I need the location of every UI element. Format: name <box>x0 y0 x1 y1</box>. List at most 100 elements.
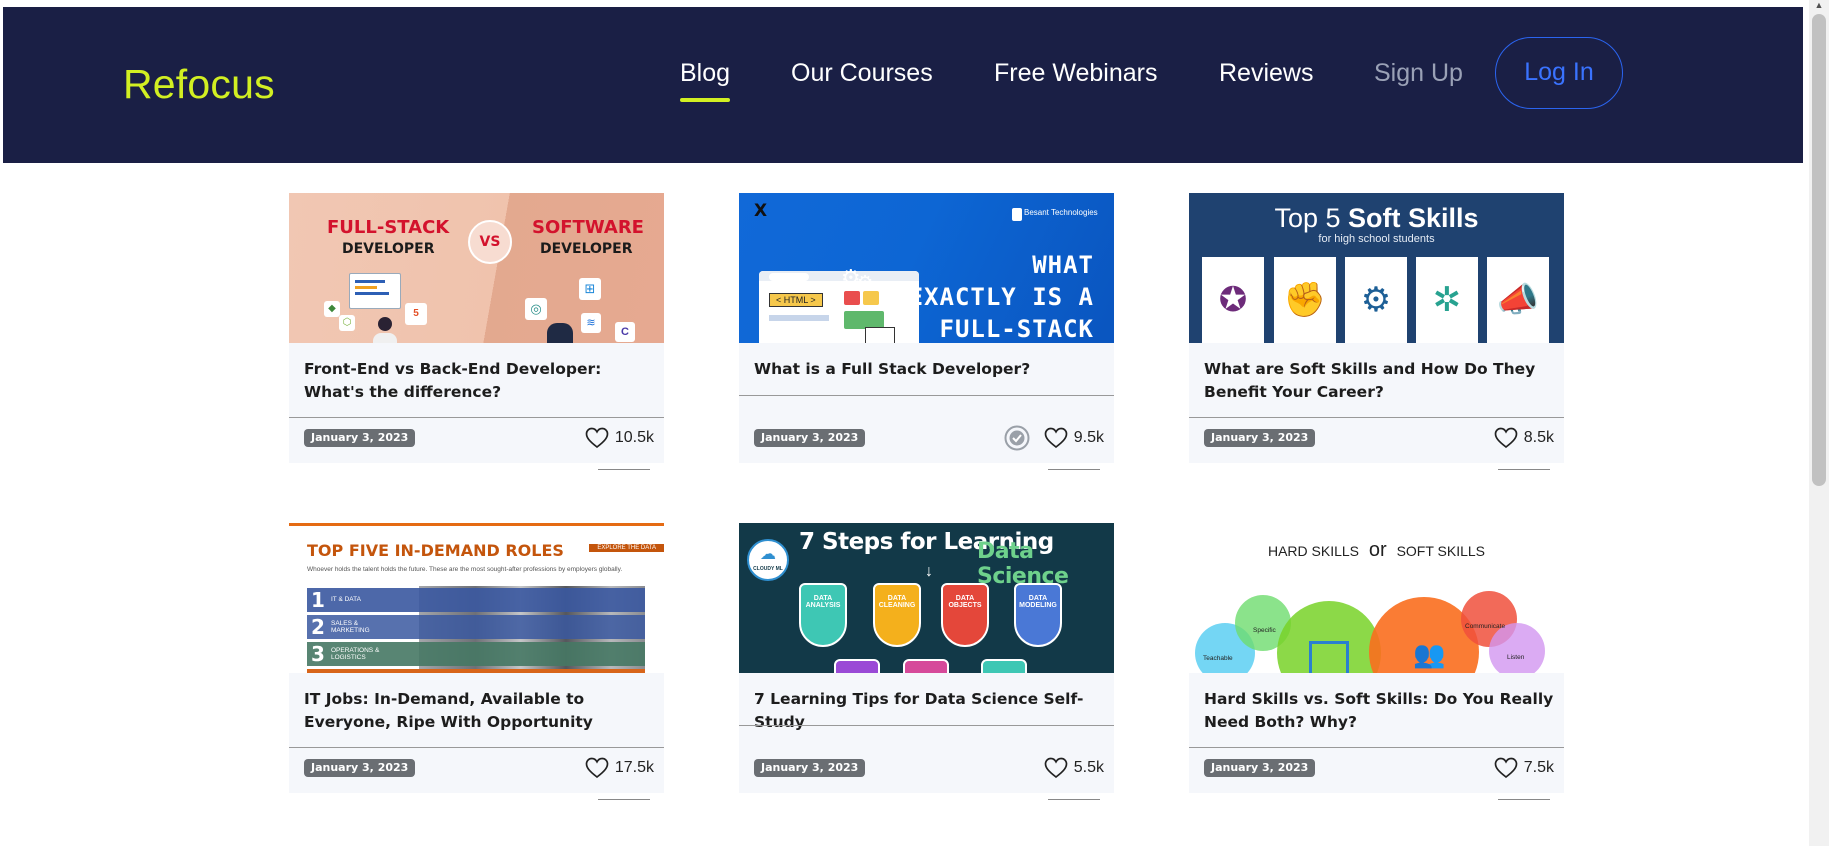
cloudy-ml-logo: ☁ CLOUDY ML <box>747 539 789 581</box>
step-badge: DATA MODELING <box>1014 583 1062 647</box>
card-title[interactable]: Front-End vs Back-End Developer: What's … <box>304 358 654 404</box>
blog-card[interactable]: X Besant Technologies WHAT EXACTLY IS A … <box>739 193 1114 470</box>
role-row: 2 SALES & MARKETING <box>307 615 645 639</box>
skill-card-handshake-icon: ✊ <box>1274 257 1336 343</box>
card-divider <box>289 747 664 748</box>
step-badge-partial <box>903 659 949 673</box>
likes-counter: 7.5k <box>1494 756 1554 780</box>
step-badge-partial <box>834 659 880 673</box>
thumb-heading: HARD SKILLS or SOFT SKILLS <box>1189 539 1564 562</box>
nav-sign-up[interactable]: Sign Up <box>1374 59 1463 88</box>
step-badge-partial <box>981 659 1027 673</box>
browser-illustration: < HTML > <box>759 271 919 343</box>
blog-card[interactable]: HARD SKILLS or SOFT SKILLS Teachable Spe… <box>1189 523 1564 800</box>
document-illustration <box>865 327 895 343</box>
card-bottom-rule <box>598 799 650 800</box>
step-badge: DATA CLEANING <box>873 583 921 647</box>
step-badge: DATA ANALYSIS <box>799 583 847 647</box>
scrollbar-thumb[interactable] <box>1812 14 1826 486</box>
html-tag: < HTML > <box>769 293 823 307</box>
card-thumbnail[interactable]: ☁ CLOUDY ML 7 Steps for Learning Data Sc… <box>739 523 1114 673</box>
card-bottom-rule <box>1048 799 1100 800</box>
step-badge: DATA OBJECTS <box>941 583 989 647</box>
card-thumbnail[interactable]: X Besant Technologies WHAT EXACTLY IS A … <box>739 193 1114 343</box>
brand-logo[interactable]: Refocus <box>123 61 275 108</box>
thumb-soft: SOFT SKILLS <box>1396 543 1486 559</box>
heart-icon[interactable] <box>585 427 609 449</box>
thumb-heading: Top 5 Soft Skills <box>1189 203 1564 234</box>
thumb-right-bottom: DEVELOPER <box>540 241 633 257</box>
role-row: 1 IT & DATA <box>307 588 645 612</box>
card-bottom-rule <box>598 469 650 470</box>
heart-icon[interactable] <box>1044 427 1068 449</box>
verified-check-icon <box>1004 425 1030 451</box>
card-bottom-rule <box>1048 469 1100 470</box>
laptop-icon <box>1309 641 1349 673</box>
card-title[interactable]: What are Soft Skills and How Do They Ben… <box>1204 358 1554 404</box>
node-icon: ◆ <box>324 301 340 317</box>
logo-text: CLOUDY ML <box>753 566 783 572</box>
blog-card[interactable]: FULL-STACK DEVELOPER VS SOFTWARE DEVELOP… <box>289 193 664 470</box>
date-badge: January 3, 2023 <box>754 759 866 777</box>
card-title[interactable]: 7 Learning Tips for Data Science Self-St… <box>754 688 1104 734</box>
date-badge: January 3, 2023 <box>304 429 416 447</box>
card-title[interactable]: What is a Full Stack Developer? <box>754 358 1104 381</box>
chrome-icon: ◎ <box>525 298 547 320</box>
thumb-subheading: for high school students <box>1318 233 1435 245</box>
card-title[interactable]: Hard Skills vs. Soft Skills: Do You Real… <box>1204 688 1554 734</box>
heart-icon[interactable] <box>1044 757 1068 779</box>
card-divider <box>739 395 1114 396</box>
likes-count: 9.5k <box>1073 429 1104 446</box>
thumb-heading-bold: Soft Skills <box>1348 203 1479 233</box>
blog-card[interactable]: Top 5 Soft Skills for high school studen… <box>1189 193 1564 470</box>
blog-card[interactable]: TOP FIVE IN-DEMAND ROLES EXPLORE THE DAT… <box>289 523 664 800</box>
thumb-vs-circle: VS <box>468 220 512 264</box>
likes-counter: 10.5k <box>585 426 654 450</box>
thumb-or: or <box>1368 539 1387 561</box>
thumb-hard: HARD SKILLS <box>1267 543 1359 559</box>
thumb-line3: FULL-STACK <box>939 315 1094 343</box>
likes-counter: 8.5k <box>1494 426 1554 450</box>
windows-icon: ⊞ <box>579 278 601 300</box>
heart-icon[interactable] <box>585 757 609 779</box>
card-thumbnail[interactable]: Top 5 Soft Skills for high school studen… <box>1189 193 1564 343</box>
close-icon[interactable]: X <box>754 201 767 221</box>
card-title[interactable]: IT Jobs: In-Demand, Available to Everyon… <box>304 688 654 734</box>
thumb-subtext: Whoever holds the talent holds the futur… <box>307 566 623 573</box>
nav-reviews[interactable]: Reviews <box>1219 59 1313 88</box>
html5-icon: 5 <box>405 303 427 325</box>
card-divider <box>289 417 664 418</box>
heart-icon[interactable] <box>1494 757 1518 779</box>
thumb-line2: EXACTLY IS A <box>908 283 1094 311</box>
heart-icon[interactable] <box>1494 427 1518 449</box>
people-icon: 👥 <box>1413 639 1446 669</box>
skill-card-bulb-icon: ✲ <box>1416 257 1478 343</box>
card-thumbnail[interactable]: HARD SKILLS or SOFT SKILLS Teachable Spe… <box>1189 523 1564 673</box>
thumb-heading-light: Top 5 <box>1274 203 1341 233</box>
thumb-left-bottom: DEVELOPER <box>342 241 435 257</box>
nav-free-webinars[interactable]: Free Webinars <box>994 59 1158 88</box>
scroll-up-arrow-icon[interactable]: ▲ <box>1813 0 1825 10</box>
bubble <box>1489 623 1545 673</box>
card-bottom-rule <box>1498 469 1550 470</box>
blog-card[interactable]: ☁ CLOUDY ML 7 Steps for Learning Data Sc… <box>739 523 1114 800</box>
card-thumbnail[interactable]: FULL-STACK DEVELOPER VS SOFTWARE DEVELOP… <box>289 193 664 343</box>
nav-blog[interactable]: Blog <box>680 59 731 102</box>
vertical-scrollbar[interactable]: ▲ <box>1809 0 1829 846</box>
besant-logo-icon <box>1012 208 1022 221</box>
role-row: 3 OPERATIONS & LOGISTICS <box>307 642 645 666</box>
likes-count: 5.5k <box>1073 759 1104 776</box>
likes-counter: 9.5k <box>1004 425 1104 451</box>
likes-count: 7.5k <box>1523 759 1554 776</box>
date-badge: January 3, 2023 <box>304 759 416 777</box>
cloud-icon <box>769 273 809 281</box>
card-divider <box>1189 747 1564 748</box>
nodejs-icon: ⬡ <box>339 315 355 331</box>
nav-our-courses[interactable]: Our Courses <box>791 59 933 88</box>
skill-card-megaphone-icon: 📣 <box>1487 257 1549 343</box>
thumb-explore-button: EXPLORE THE DATA <box>589 544 664 552</box>
card-bottom-rule <box>1498 799 1550 800</box>
log-in-button[interactable]: Log In <box>1495 37 1623 109</box>
person-illustration <box>373 317 397 343</box>
card-thumbnail[interactable]: TOP FIVE IN-DEMAND ROLES EXPLORE THE DAT… <box>289 523 664 673</box>
